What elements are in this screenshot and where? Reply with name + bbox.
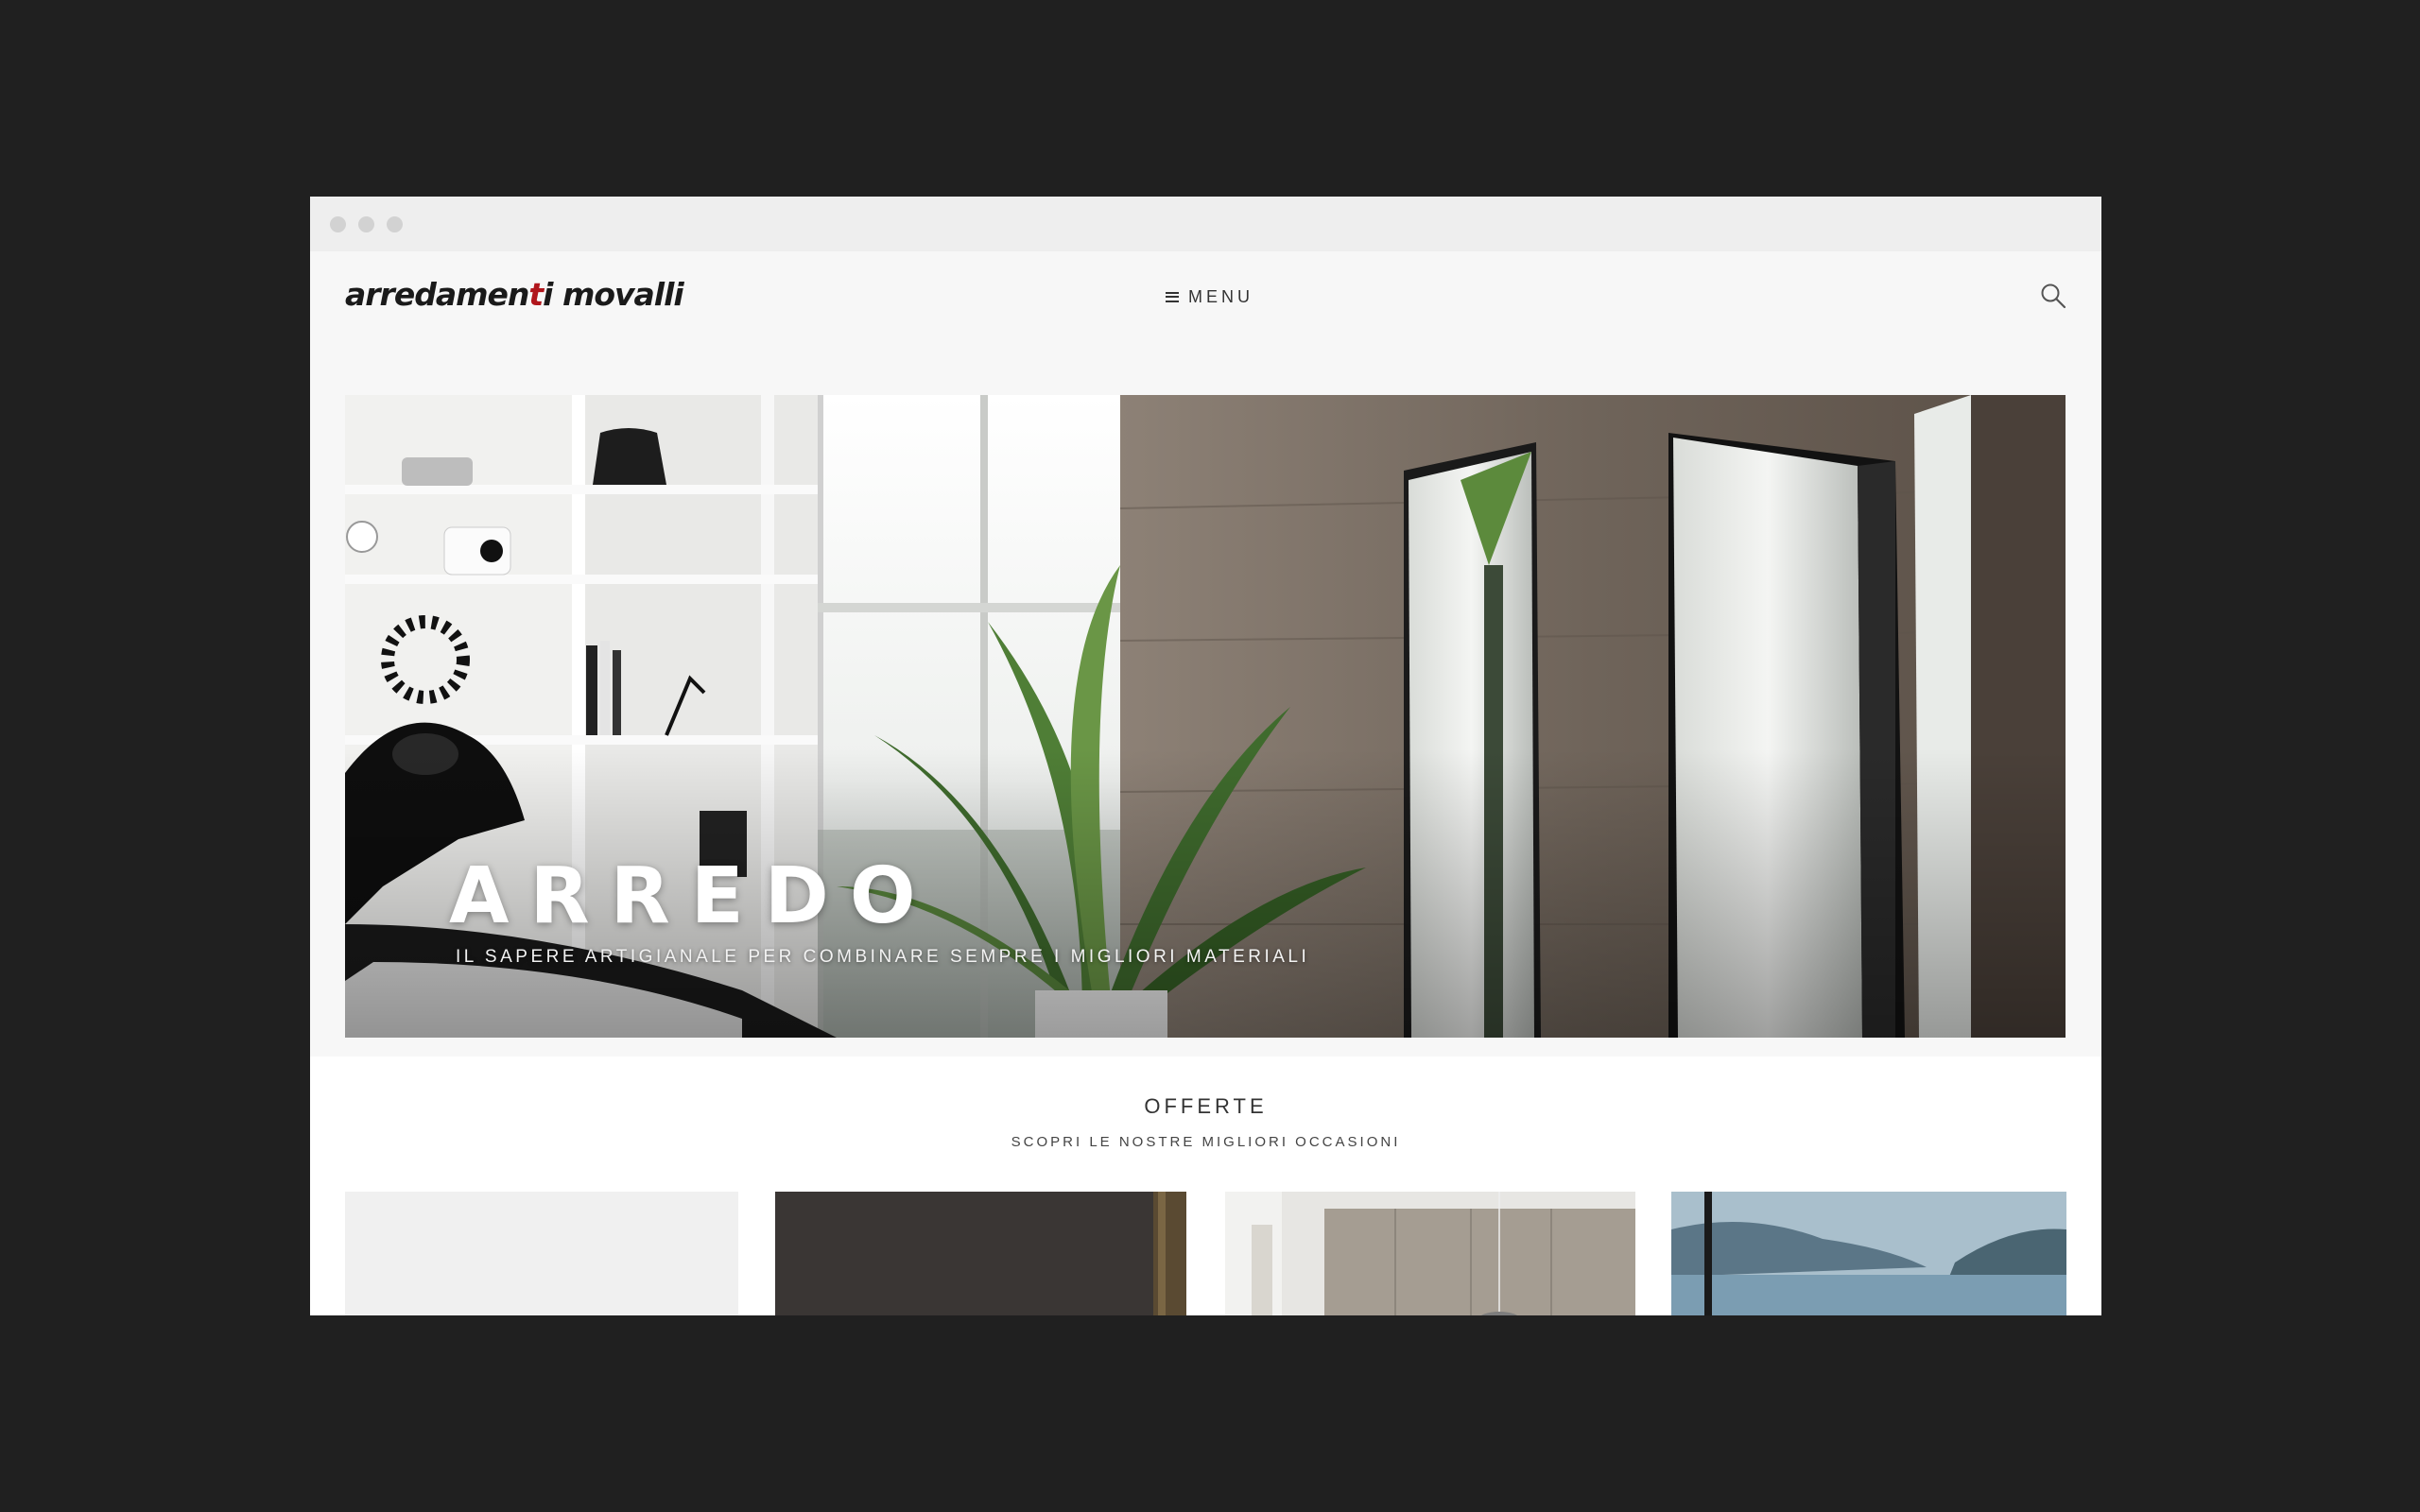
browser-window: arredamenti movalli MENU ARREDO IL SAPER…	[310, 197, 2101, 1315]
menu-button[interactable]: MENU	[1166, 284, 1253, 310]
window-minimize-dot[interactable]	[358, 216, 374, 232]
offers-section: OFFERTE SCOPRI LE NOSTRE MIGLIORI OCCASI…	[310, 1057, 2101, 1315]
offer-card[interactable]	[775, 1192, 1186, 1315]
hero-slider[interactable]: ARREDO IL SAPERE ARTIGIANALE PER COMBINA…	[345, 395, 2066, 1038]
site-logo[interactable]: arredamenti movalli	[345, 276, 684, 313]
logo-text-accent: t	[528, 276, 544, 313]
site-header: arredamenti movalli MENU	[310, 251, 2101, 340]
offers-subtitle: SCOPRI LE NOSTRE MIGLIORI OCCASIONI	[1011, 1134, 1401, 1150]
menu-label: MENU	[1188, 286, 1253, 306]
offer-card[interactable]	[345, 1192, 738, 1315]
hamburger-icon	[1166, 291, 1179, 302]
logo-text-start: arredamen	[345, 276, 529, 313]
hero-title: ARREDO	[449, 851, 937, 941]
hero-section: arredamenti movalli MENU ARREDO IL SAPER…	[310, 251, 2101, 1098]
window-maximize-dot[interactable]	[387, 216, 403, 232]
offer-image	[345, 1192, 738, 1315]
offer-image	[775, 1192, 1186, 1315]
search-icon[interactable]	[2039, 282, 2067, 310]
window-titlebar	[310, 197, 2101, 251]
offer-image	[1225, 1192, 1635, 1315]
logo-text-end: i movalli	[543, 276, 684, 313]
offer-image	[1671, 1192, 2066, 1315]
offer-card[interactable]	[1225, 1192, 1635, 1315]
offers-title: OFFERTE	[1144, 1094, 1268, 1118]
hero-subtitle: IL SAPERE ARTIGIANALE PER COMBINARE SEMP…	[456, 947, 1310, 967]
offer-card[interactable]	[1671, 1192, 2066, 1315]
window-close-dot[interactable]	[330, 216, 346, 232]
hero-image	[345, 395, 2066, 1038]
